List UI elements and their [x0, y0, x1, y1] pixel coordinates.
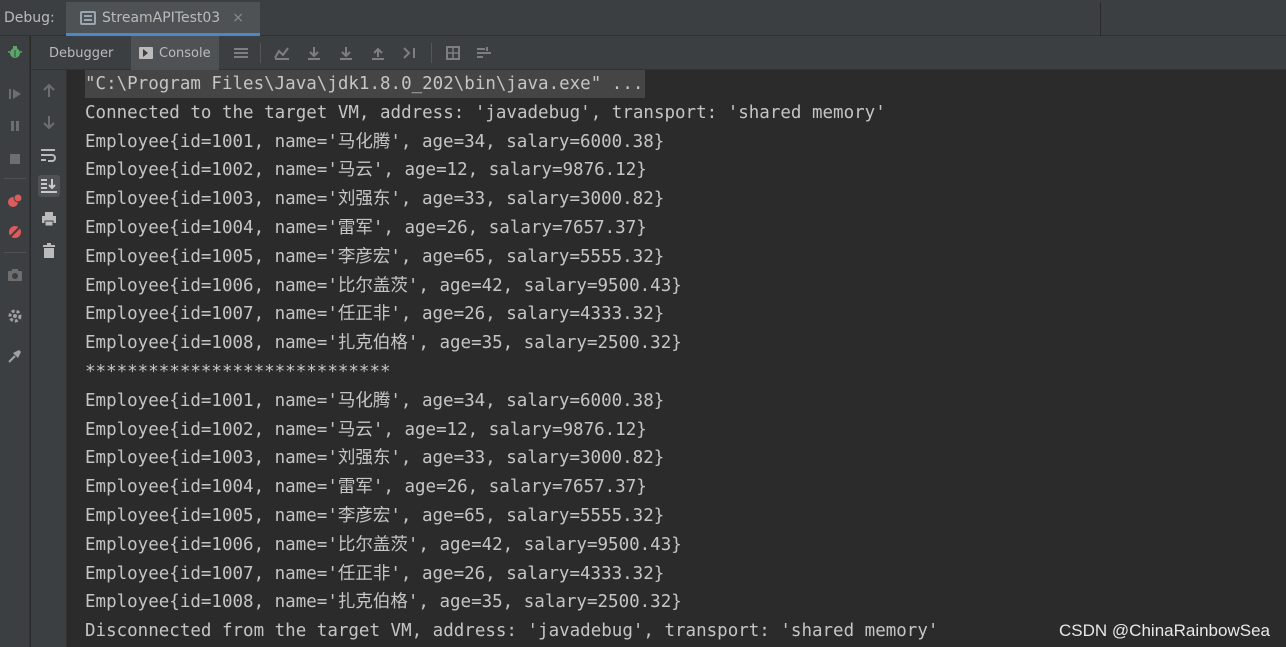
debug-actions-bar	[0, 36, 30, 647]
console-command-line: "C:\Program Files\Java\jdk1.8.0_202\bin\…	[85, 70, 646, 98]
print-icon[interactable]	[38, 208, 60, 230]
console-line: Employee{id=1006, name='比尔盖茨', age=42, s…	[85, 534, 682, 555]
console-line: *****************************	[85, 362, 391, 382]
console-line: Employee{id=1005, name='李彦宏', age=65, sa…	[85, 506, 665, 526]
console-line: Employee{id=1001, name='马化腾', age=34, sa…	[85, 131, 665, 152]
run-to-cursor-icon[interactable]	[401, 43, 421, 63]
console-line: Employee{id=1008, name='扎克伯格', age=35, s…	[85, 333, 682, 354]
tab-streamapitest03[interactable]: StreamAPITest03 ×	[66, 2, 260, 36]
step-over-icon[interactable]	[304, 43, 324, 63]
console-line: Employee{id=1006, name='比尔盖茨', age=42, s…	[85, 275, 682, 296]
console-line: Employee{id=1003, name='刘强东', age=33, sa…	[85, 189, 665, 210]
toolbar-separator	[260, 43, 261, 63]
camera-icon[interactable]	[5, 265, 25, 285]
console-line: Employee{id=1003, name='刘强东', age=33, sa…	[85, 448, 665, 469]
console-line: Employee{id=1007, name='任正非', age=26, sa…	[85, 304, 665, 325]
up-arrow-icon[interactable]	[38, 80, 60, 102]
close-tab-icon[interactable]: ×	[232, 10, 244, 26]
debug-tool-window-toolbar: Debugger Console	[31, 36, 1286, 70]
console-line: Employee{id=1005, name='李彦宏', age=65, sa…	[85, 246, 665, 267]
title-bar-divider	[1100, 2, 1120, 36]
mute-breakpoints-icon[interactable]	[5, 222, 25, 242]
console-output[interactable]: "C:\Program Files\Java\jdk1.8.0_202\bin\…	[68, 70, 1286, 647]
menu-icon[interactable]	[231, 43, 251, 63]
trace-icon[interactable]	[475, 43, 495, 63]
tab-label: StreamAPITest03	[102, 9, 221, 26]
debug-label: Debug:	[4, 10, 55, 26]
step-into-icon[interactable]	[336, 43, 356, 63]
tab-debugger[interactable]: Debugger	[41, 36, 121, 70]
down-arrow-icon[interactable]	[38, 111, 60, 133]
view-breakpoints-icon[interactable]	[5, 190, 25, 210]
show-execution-point-icon[interactable]	[272, 43, 292, 63]
console-line: Employee{id=1002, name='马云', age=12, sal…	[85, 160, 647, 181]
tab-console-label: Console	[159, 45, 211, 61]
console-actions-bar	[31, 70, 67, 647]
tab-debugger-label: Debugger	[49, 45, 114, 61]
console-line: Employee{id=1004, name='雷军', age=26, sal…	[85, 218, 647, 238]
pause-icon[interactable]	[5, 116, 25, 136]
clear-all-icon[interactable]	[38, 240, 60, 262]
scroll-to-end-icon[interactable]	[38, 175, 60, 197]
soft-wrap-icon[interactable]	[38, 144, 60, 166]
step-out-icon[interactable]	[368, 43, 388, 63]
console-line: Employee{id=1002, name='马云', age=12, sal…	[85, 419, 647, 440]
evaluate-expression-icon[interactable]	[443, 43, 463, 63]
console-line: Employee{id=1004, name='雷军', age=26, sal…	[85, 477, 647, 498]
stop-icon[interactable]	[5, 149, 25, 169]
debug-title-bar: Debug: StreamAPITest03 ×	[0, 0, 1286, 36]
settings-icon[interactable]	[5, 306, 25, 326]
resume-icon[interactable]	[5, 84, 25, 104]
console-line: Employee{id=1007, name='任正非', age=26, sa…	[85, 563, 665, 584]
console-line: Employee{id=1008, name='扎克伯格', age=35, s…	[85, 592, 682, 613]
run-config-icon	[80, 10, 96, 25]
toolbar-separator	[4, 252, 26, 253]
console-icon	[139, 47, 153, 59]
watermark: CSDN @ChinaRainbowSea	[1059, 621, 1270, 640]
console-line: Employee{id=1001, name='马化腾', age=34, sa…	[85, 390, 665, 411]
toolbar-separator	[431, 43, 432, 63]
console-line: Disconnected from the target VM, address…	[85, 621, 939, 642]
console-line: Connected to the target VM, address: 'ja…	[85, 102, 886, 123]
pin-icon[interactable]	[5, 346, 25, 366]
toolbar-separator	[4, 178, 26, 179]
tab-console[interactable]: Console	[131, 36, 219, 70]
bug-icon[interactable]	[5, 42, 25, 62]
